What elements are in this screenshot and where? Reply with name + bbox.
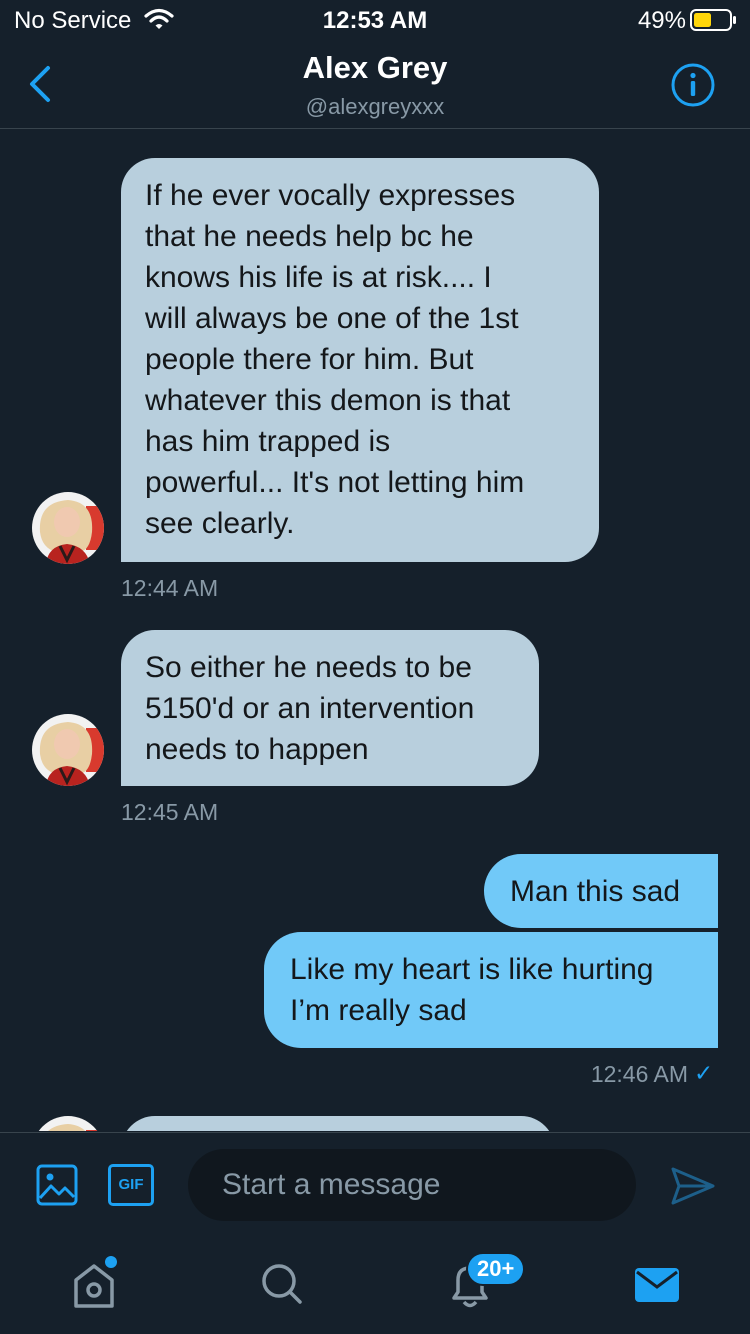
avatar[interactable] bbox=[32, 714, 104, 786]
message-line: I’m really sad bbox=[290, 994, 467, 1027]
message-line: Man this sad bbox=[510, 875, 681, 908]
contact-name[interactable]: Alex Grey bbox=[0, 50, 750, 86]
message-line: knows his life is at risk.... I bbox=[145, 261, 492, 294]
notification-badge: 20+ bbox=[466, 1252, 526, 1286]
message-line: powerful... It's not letting him bbox=[145, 466, 525, 499]
message-composer: GIF bbox=[0, 1132, 750, 1236]
message-line: So either he needs to be bbox=[145, 651, 472, 684]
timestamp-text: 12:46 AM bbox=[590, 1061, 688, 1087]
message-line: If he ever vocally expresses bbox=[145, 179, 516, 212]
gif-button[interactable]: GIF bbox=[108, 1164, 154, 1206]
message-timestamp: 12:44 AM bbox=[121, 575, 219, 601]
outgoing-message-bubble[interactable]: Like my heart is like hurting I’m really… bbox=[264, 932, 718, 1048]
search-icon[interactable] bbox=[252, 1256, 312, 1312]
message-line: see clearly. bbox=[145, 507, 295, 540]
avatar-photo bbox=[32, 714, 104, 786]
message-line: will always be one of the 1st bbox=[145, 302, 519, 335]
tab-bar bbox=[0, 1236, 750, 1334]
message-line: whatever this demon is that bbox=[145, 384, 511, 417]
avatar-photo bbox=[32, 1116, 104, 1131]
contact-handle: @alexgreyxxx bbox=[305, 94, 445, 119]
incoming-message-bubble[interactable] bbox=[121, 1116, 555, 1131]
message-line: 5150'd or an intervention bbox=[145, 692, 475, 725]
send-icon[interactable] bbox=[670, 1165, 716, 1207]
message-timestamp: 12:46 AM bbox=[520, 1061, 688, 1088]
avatar[interactable] bbox=[32, 492, 104, 564]
status-bar: No Service 12:53 AM 49% bbox=[0, 0, 750, 40]
battery-icon bbox=[690, 9, 736, 31]
message-timestamp: 12:45 AM bbox=[121, 799, 219, 825]
info-icon[interactable] bbox=[670, 62, 716, 108]
new-content-indicator bbox=[105, 1256, 117, 1268]
battery-percentage: 49% bbox=[637, 7, 686, 34]
message-line: that he needs help bc he bbox=[145, 220, 474, 253]
message-line: has him trapped is bbox=[145, 425, 391, 458]
incoming-message-bubble[interactable]: So either he needs to be 5150'd or an in… bbox=[121, 630, 539, 786]
image-icon[interactable] bbox=[36, 1164, 78, 1206]
message-input[interactable] bbox=[188, 1149, 636, 1221]
incoming-message-bubble[interactable]: If he ever vocally expresses that he nee… bbox=[121, 158, 599, 562]
avatar-photo bbox=[32, 492, 104, 564]
message-thread[interactable]: If he ever vocally expresses that he nee… bbox=[0, 130, 750, 1131]
read-receipt-icon: ✓ bbox=[694, 1060, 714, 1086]
dm-conversation-screen: No Service 12:53 AM 49% Alex Grey @alexg… bbox=[0, 0, 750, 1334]
message-line: people there for him. But bbox=[145, 343, 474, 376]
message-line: Like my heart is like hurting bbox=[290, 953, 654, 986]
message-line: needs to happen bbox=[145, 733, 369, 766]
outgoing-message-bubble[interactable]: Man this sad bbox=[484, 854, 718, 928]
mail-icon[interactable] bbox=[627, 1256, 687, 1312]
avatar[interactable] bbox=[32, 1116, 104, 1131]
conversation-header: Alex Grey @alexgreyxxx bbox=[0, 40, 750, 129]
